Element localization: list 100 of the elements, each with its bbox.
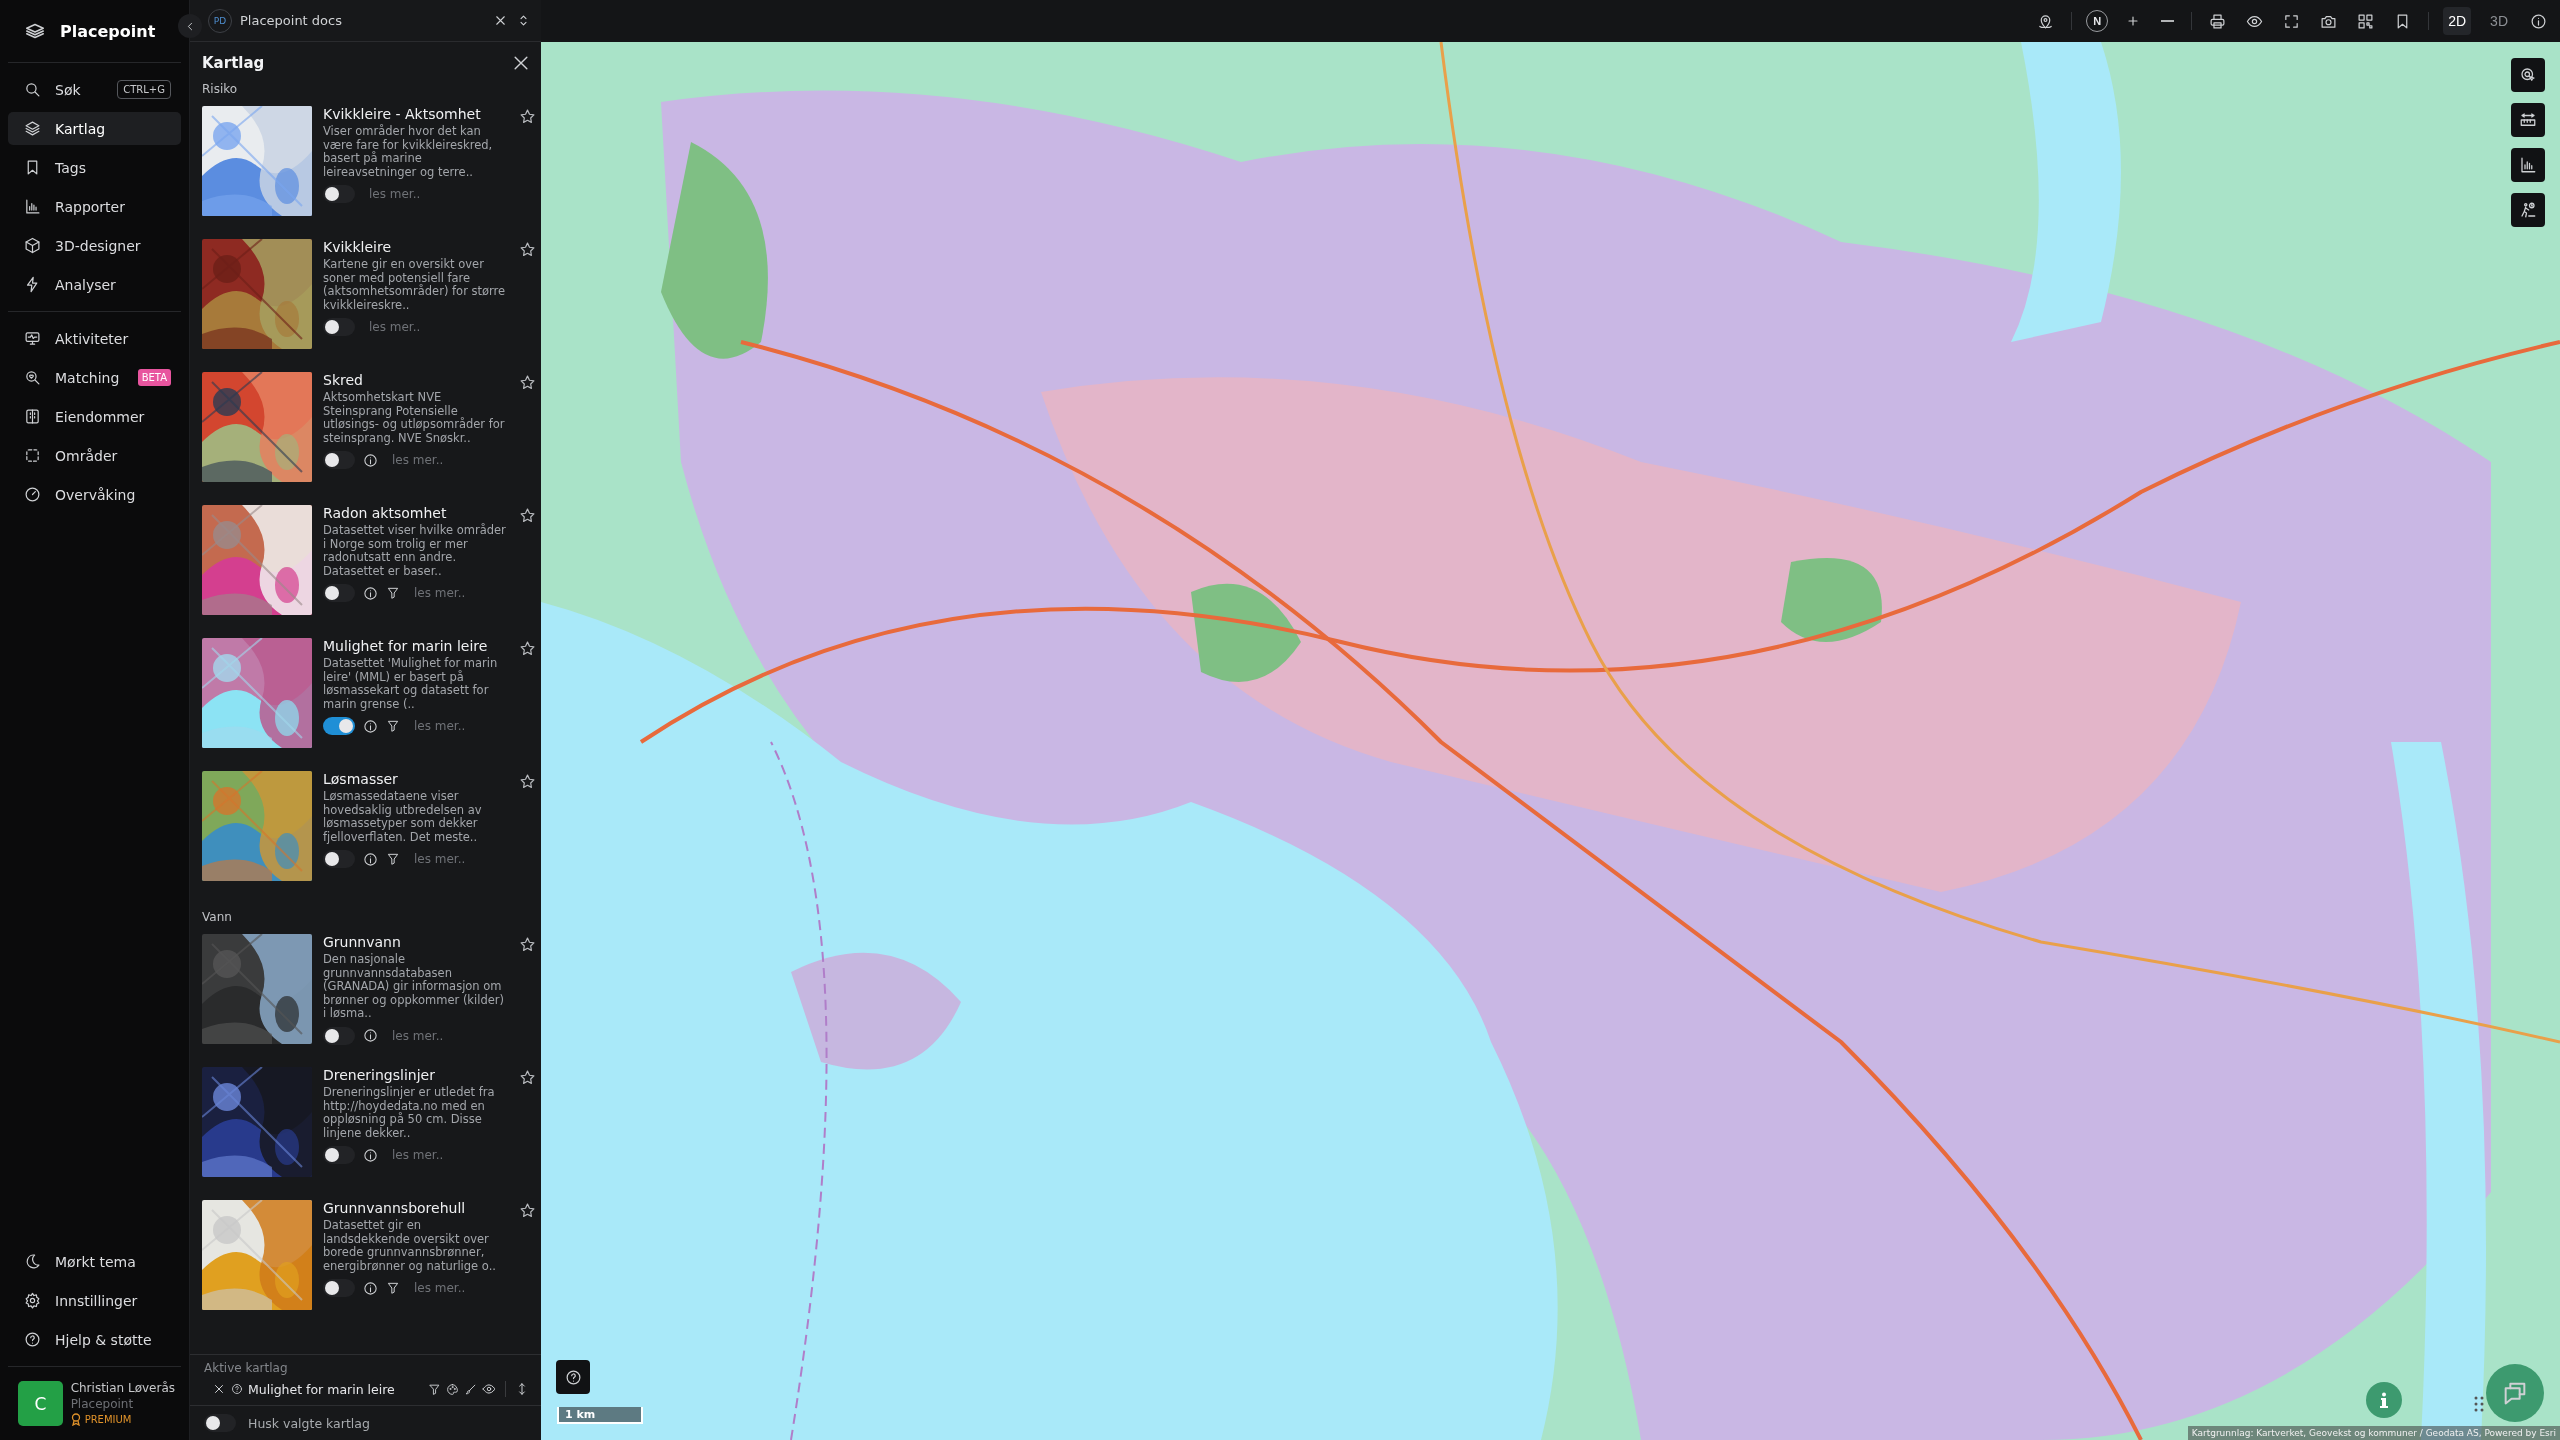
read-more-link[interactable]: les mer..	[392, 1028, 444, 1043]
toggle-switch[interactable]	[323, 1026, 355, 1045]
layer-description: Datasettet gir en landsdekkende oversikt over borede grunnvannsbrønner, energibrønner og naturlige o..	[323, 1219, 497, 1274]
read-more-link[interactable]: les mer..	[414, 719, 466, 734]
info-icon[interactable]	[363, 1147, 378, 1163]
nav-item[interactable]: Rapporter	[8, 190, 181, 223]
gauge-icon	[24, 486, 41, 503]
toggle-switch[interactable]	[323, 318, 355, 337]
nav-item[interactable]: Områder	[8, 439, 181, 472]
help-icon	[24, 1331, 41, 1348]
toggle-switch[interactable]	[323, 1146, 355, 1165]
select-tool-button[interactable]	[2511, 58, 2545, 92]
info-icon	[2530, 12, 2547, 30]
help-icon	[231, 1383, 243, 1395]
measure-button[interactable]	[2511, 103, 2545, 137]
toggle-switch[interactable]	[323, 451, 355, 470]
layer-title: Grunnvann	[323, 934, 402, 950]
star-icon	[519, 1069, 536, 1086]
info-icon[interactable]	[363, 718, 378, 734]
location-pin-icon	[2037, 12, 2055, 30]
nav-item[interactable]: Matching BETA	[8, 361, 181, 394]
toggle-switch[interactable]	[204, 1414, 236, 1432]
moon-icon	[24, 1253, 41, 1270]
toggle-switch[interactable]	[323, 1279, 355, 1298]
filter-icon	[428, 1382, 441, 1396]
read-more-link[interactable]: les mer..	[392, 1148, 444, 1163]
layer-description: Den nasjonale grunnvannsdatabasen (GRANADA) gir informasjon om brønner og oppkommer (kilder) i løsma..	[323, 953, 505, 1021]
section-heading: Vann	[202, 910, 233, 924]
nav-item[interactable]: Søk CTRL+G	[8, 73, 181, 106]
cursor-target-icon	[2519, 66, 2537, 84]
layer-title: Løsmasser	[323, 771, 399, 787]
filter-icon[interactable]	[386, 719, 400, 734]
brush-icon	[464, 1382, 477, 1396]
nav-item[interactable]: Eiendommer	[8, 400, 181, 433]
info-icon[interactable]	[363, 585, 378, 601]
star-icon	[519, 241, 536, 258]
remember-label: Husk valgte kartlag	[248, 1415, 370, 1431]
nav-item[interactable]: Aktiviteter	[8, 322, 181, 355]
monitor-pulse-icon	[24, 330, 41, 347]
star-icon	[519, 773, 536, 790]
nav-item[interactable]: Overvåking	[8, 478, 181, 511]
workspace-name[interactable]: Placepoint docs	[240, 13, 485, 28]
star-icon	[519, 108, 536, 125]
star-icon	[519, 640, 536, 657]
filter-icon[interactable]	[386, 852, 400, 867]
walk-time-button[interactable]	[2511, 193, 2545, 227]
layer-description: Dreneringslinjer er utledet fra http://hoydedata.no med en oppløsning på 50 cm. Disse linjene dekker..	[323, 1086, 496, 1141]
read-more-link[interactable]: les mer..	[392, 453, 444, 468]
close-icon	[212, 1382, 226, 1396]
palette-icon	[446, 1382, 459, 1396]
read-more-link[interactable]: les mer..	[414, 586, 466, 601]
filter-icon[interactable]	[386, 586, 400, 601]
toggle-switch[interactable]	[323, 717, 355, 736]
map-attribution: Kartgrunnlag: Kartverket, Geovekst og kommuner / Geodata AS, Powered by Esri	[2187, 1426, 2560, 1440]
toggle-switch[interactable]	[323, 185, 355, 204]
layer-title: Kvikkleire - Aktsomhet	[323, 106, 482, 122]
nav-item[interactable]: Kartlag	[8, 112, 181, 145]
layer-title: Dreneringslinjer	[323, 1067, 436, 1083]
toggle-switch[interactable]	[323, 850, 355, 869]
shortcut-hint: CTRL+G	[117, 80, 171, 99]
info-icon[interactable]	[363, 452, 378, 468]
drag-handle-icon	[2474, 1396, 2484, 1412]
star-icon	[519, 507, 536, 524]
read-more-link[interactable]: les mer..	[414, 1281, 466, 1296]
help-button[interactable]	[556, 1360, 590, 1394]
section-heading: Aktive kartlag	[203, 1360, 289, 1377]
layer-description: Løsmassedataene viser hovedsaklig utbredelsen av løsmassetyper som dekker fjelloverflaten. Det meste..	[323, 790, 483, 845]
nav-item[interactable]: Hjelp & støtte	[8, 1323, 181, 1356]
info-icon[interactable]	[363, 851, 378, 867]
ruler-icon	[2519, 111, 2537, 129]
view-mode-toggle[interactable]: 3D	[2485, 7, 2513, 35]
building-icon	[24, 408, 41, 425]
close-icon	[493, 13, 508, 28]
nav-item[interactable]: 3D-designer	[8, 229, 181, 262]
nav-item[interactable]: Mørkt tema	[8, 1245, 181, 1278]
toggle-switch[interactable]	[323, 584, 355, 603]
printer-icon	[2209, 12, 2227, 30]
walking-person-icon	[2519, 201, 2537, 219]
star-icon	[519, 936, 536, 953]
info-icon[interactable]	[363, 1028, 378, 1044]
chart-button[interactable]	[2511, 148, 2545, 182]
layer-description: Datasettet viser hvilke områder i Norge som trolig er mer radonutsatt enn andre. Datasettet er baser..	[323, 524, 507, 579]
nav-item[interactable]: Innstillinger	[8, 1284, 181, 1317]
nav-item[interactable]: Analyser	[8, 268, 181, 301]
ribbon-icon	[70, 1413, 81, 1426]
plan-label: PREMIUM	[84, 1414, 132, 1425]
read-more-link[interactable]: les mer..	[369, 187, 421, 202]
section-heading: Risiko	[202, 82, 239, 96]
star-icon	[519, 374, 536, 391]
eye-icon	[482, 1382, 496, 1396]
layers-icon	[24, 120, 41, 137]
read-more-link[interactable]: les mer..	[369, 320, 421, 335]
user-organization: Placepoint	[70, 1397, 135, 1411]
layer-title: Skred	[323, 372, 364, 388]
view-mode-toggle[interactable]: 2D	[2443, 7, 2472, 35]
layer-title: Grunnvannsborehull	[323, 1200, 467, 1216]
filter-icon[interactable]	[386, 1281, 400, 1296]
nav-item[interactable]: Tags	[8, 151, 181, 184]
info-icon[interactable]	[363, 1280, 378, 1296]
read-more-link[interactable]: les mer..	[414, 852, 466, 867]
